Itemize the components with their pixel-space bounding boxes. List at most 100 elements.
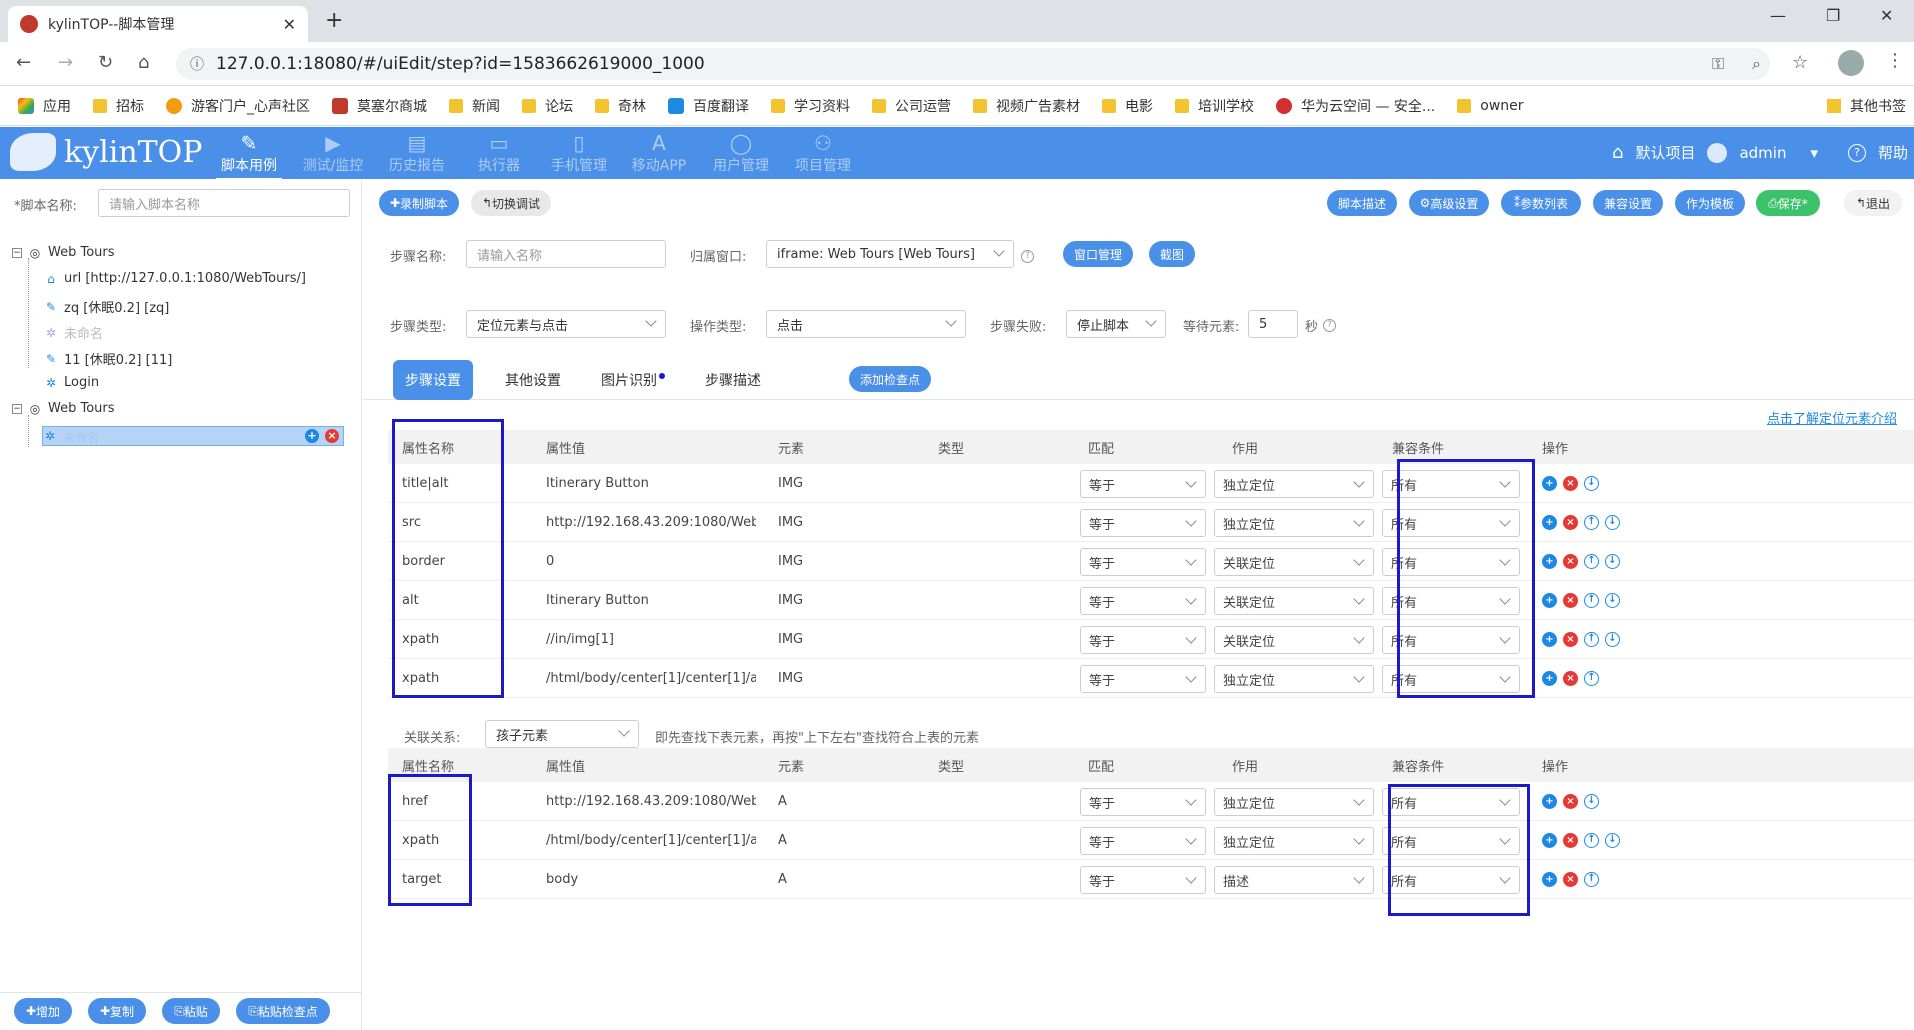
paste-checkpoint-button[interactable]: ⎘ 粘贴检查点 [236, 998, 330, 1024]
add-row-icon[interactable]: + [1542, 593, 1557, 608]
close-tab-icon[interactable]: ✕ [283, 15, 296, 34]
add-row-icon[interactable]: + [1542, 476, 1557, 491]
bookmark-item[interactable]: 游客门户_心声社区 [166, 96, 310, 116]
add-row-icon[interactable]: + [1542, 872, 1557, 887]
move-up-icon[interactable]: ↑ [1584, 833, 1599, 848]
delete-row-icon[interactable]: × [1563, 671, 1578, 686]
delete-row-icon[interactable]: × [1563, 794, 1578, 809]
move-up-icon[interactable]: ↑ [1584, 554, 1599, 569]
help-icon[interactable]: ? [1021, 250, 1034, 263]
move-down-icon[interactable]: ↓ [1584, 794, 1599, 809]
home-icon[interactable]: ⌂ [138, 52, 149, 73]
bookmark-item[interactable]: 招标 [93, 96, 144, 116]
home-icon[interactable]: ⌂ [1612, 142, 1623, 163]
role-select[interactable]: 独立定位 [1214, 665, 1374, 693]
add-row-icon[interactable]: + [1542, 632, 1557, 647]
menu-project-manage[interactable]: ⚇ 项目管理 [782, 131, 864, 175]
browser-tab[interactable]: kylinTOP--脚本管理 ✕ [8, 6, 308, 42]
bookmark-item[interactable]: 华为云空间 — 安全... [1276, 96, 1435, 116]
bookmark-item[interactable]: owner [1457, 98, 1524, 114]
compat-settings-button[interactable]: 兼容设置 [1593, 190, 1663, 216]
move-up-icon[interactable]: ↑ [1584, 671, 1599, 686]
delete-row-icon[interactable]: × [1563, 476, 1578, 491]
bookmark-item[interactable]: 学习资料 [771, 96, 850, 116]
window-close-icon[interactable]: ✕ [1880, 6, 1893, 25]
site-info-icon[interactable]: ⓘ [190, 54, 204, 74]
add-button[interactable]: ✚ 增加 [14, 998, 72, 1024]
tree-node-11[interactable]: ✎ 11 [休眠0.2] [11] [44, 349, 172, 369]
copy-button[interactable]: ✚ 复制 [88, 998, 146, 1024]
role-select[interactable]: 独立定位 [1214, 509, 1374, 537]
match-select[interactable]: 等于 [1080, 470, 1206, 498]
other-bookmarks[interactable]: 其他书签 [1827, 96, 1906, 116]
role-select[interactable]: 关联定位 [1214, 626, 1374, 654]
switch-debug-button[interactable]: ↰ 切换调试 [471, 190, 551, 216]
new-tab-icon[interactable]: + [325, 8, 343, 33]
user-name[interactable]: admin [1739, 144, 1786, 162]
collapse-icon[interactable]: − [12, 403, 22, 414]
menu-history-report[interactable]: ▤ 历史报告 [376, 131, 458, 175]
move-up-icon[interactable]: ↑ [1584, 632, 1599, 647]
bookmark-item[interactable]: 莫塞尔商城 [332, 96, 427, 116]
delete-row-icon[interactable]: × [1563, 554, 1578, 569]
bookmark-item[interactable]: 论坛 [522, 96, 573, 116]
move-down-icon[interactable]: ↓ [1605, 554, 1620, 569]
role-select[interactable]: 独立定位 [1214, 788, 1374, 816]
add-node-icon[interactable]: + [305, 429, 319, 443]
bookmark-item[interactable]: 奇林 [595, 96, 646, 116]
add-row-icon[interactable]: + [1542, 554, 1557, 569]
forward-icon[interactable]: → [58, 52, 73, 73]
step-fail-select[interactable]: 停止脚本 [1066, 310, 1166, 338]
tab-step-settings[interactable]: 步骤设置 [393, 360, 473, 400]
relation-select[interactable]: 孩子元素 [485, 720, 639, 748]
advanced-settings-button[interactable]: ⚙ 高级设置 [1409, 190, 1489, 216]
profile-avatar[interactable] [1838, 50, 1864, 76]
save-button[interactable]: ⎙ 保存* [1756, 190, 1820, 216]
maximize-icon[interactable]: ❐ [1826, 6, 1840, 25]
match-select[interactable]: 等于 [1080, 509, 1206, 537]
bookmark-item[interactable]: 培训学校 [1175, 96, 1254, 116]
tree-node-login[interactable]: ✲ Login [44, 375, 99, 390]
add-row-icon[interactable]: + [1542, 515, 1557, 530]
delete-row-icon[interactable]: × [1563, 872, 1578, 887]
tree-node-zq[interactable]: ✎ zq [休眠0.2] [zq] [44, 297, 169, 317]
op-type-select[interactable]: 点击 [766, 310, 966, 338]
help-link[interactable]: 帮助 [1878, 142, 1908, 163]
url-input[interactable]: ⓘ 127.0.0.1:18080/#/uiEdit/step?id=15836… [176, 48, 1770, 80]
add-row-icon[interactable]: + [1542, 671, 1557, 686]
record-script-button[interactable]: ✚ 录制脚本 [379, 190, 459, 216]
move-down-icon[interactable]: ↓ [1605, 593, 1620, 608]
move-up-icon[interactable]: ↑ [1584, 872, 1599, 887]
browser-menu-icon[interactable]: ⋮ [1886, 50, 1904, 71]
add-row-icon[interactable]: + [1542, 794, 1557, 809]
reload-icon[interactable]: ↻ [98, 52, 113, 73]
window-manage-button[interactable]: 窗口管理 [1063, 241, 1133, 267]
menu-user-manage[interactable]: ◯ 用户管理 [700, 131, 782, 175]
tab-image-recognition[interactable]: 图片识别 [593, 360, 673, 400]
menu-script-cases[interactable]: ✎ 脚本用例 [208, 131, 290, 181]
bookmark-item[interactable]: 百度翻译 [668, 96, 749, 116]
tab-step-desc[interactable]: 步骤描述 [693, 360, 773, 400]
key-icon[interactable]: ⚿ [1712, 54, 1724, 74]
match-select[interactable]: 等于 [1080, 866, 1206, 894]
match-select[interactable]: 等于 [1080, 587, 1206, 615]
bookmark-item[interactable]: 电影 [1102, 96, 1153, 116]
menu-mobile-app[interactable]: A 移动APP [618, 131, 700, 175]
zoom-icon[interactable]: ⌕ [1752, 54, 1761, 74]
move-down-icon[interactable]: ↓ [1605, 632, 1620, 647]
exit-button[interactable]: ↰ 退出 [1844, 190, 1902, 216]
locator-help-link[interactable]: 点击了解定位元素介绍 [1767, 408, 1897, 427]
param-list-button[interactable]: ⁑ 参数列表 [1501, 190, 1581, 216]
help-icon[interactable]: ? [1847, 143, 1866, 162]
role-select[interactable]: 独立定位 [1214, 470, 1374, 498]
delete-row-icon[interactable]: × [1563, 833, 1578, 848]
tree-root-webtours[interactable]: − ◎ Web Tours [12, 245, 115, 260]
match-select[interactable]: 等于 [1080, 548, 1206, 576]
project-selector[interactable]: 默认项目 [1635, 142, 1695, 163]
role-select[interactable]: 关联定位 [1214, 587, 1374, 615]
delete-row-icon[interactable]: × [1563, 515, 1578, 530]
move-down-icon[interactable]: ↓ [1605, 833, 1620, 848]
match-select[interactable]: 等于 [1080, 626, 1206, 654]
collapse-icon[interactable]: − [12, 247, 22, 258]
paste-button[interactable]: ⎘ 粘贴 [162, 998, 220, 1024]
